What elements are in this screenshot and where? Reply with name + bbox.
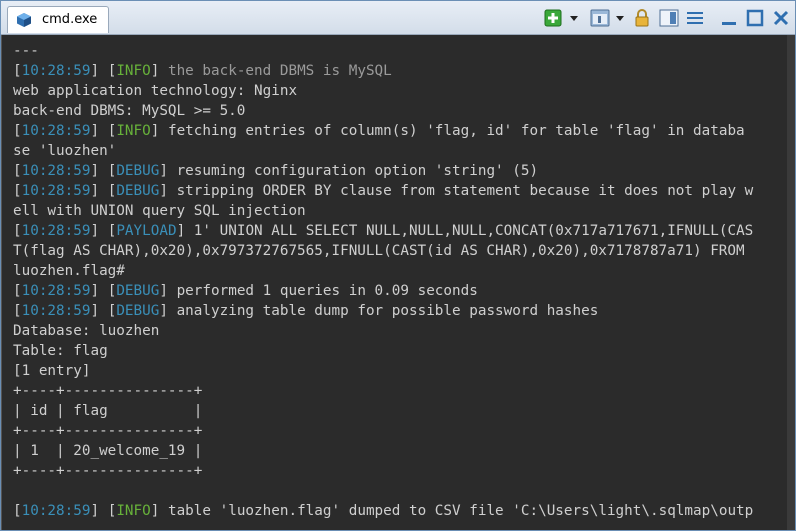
bracket: ]	[159, 283, 168, 299]
log-message: resuming configuration option 'string' (…	[167, 163, 539, 179]
console-line: T(flag AS CHAR),0x20),0x797372767565,IFN…	[13, 243, 745, 259]
bracket: ] [	[90, 183, 117, 199]
log-level: DEBUG	[116, 283, 160, 299]
bracket: ]	[159, 303, 168, 319]
timestamp: 10:28:59	[21, 183, 91, 199]
bracket: [	[13, 183, 22, 199]
log-level: INFO	[116, 123, 151, 139]
log-level: DEBUG	[116, 183, 160, 199]
bracket: ] [	[90, 123, 117, 139]
console-line: [10:28:59] [DEBUG] stripping ORDER BY cl…	[13, 181, 753, 201]
console-window-icon[interactable]	[590, 9, 610, 27]
log-level: INFO	[116, 503, 151, 519]
console-line: web application technology: Nginx	[13, 83, 298, 99]
cube-console-icon	[17, 13, 31, 27]
timestamp: 10:28:59	[21, 303, 91, 319]
bracket: ] [	[90, 503, 117, 519]
bracket: ] [	[90, 63, 117, 79]
log-level: PAYLOAD	[116, 223, 177, 239]
console-line: +----+---------------+	[13, 463, 203, 479]
lock-icon[interactable]	[633, 9, 651, 27]
bracket: [	[13, 283, 22, 299]
console-line: [10:28:59] [DEBUG] resuming configuratio…	[13, 161, 753, 181]
log-level: INFO	[116, 63, 151, 79]
console-text: --- [10:28:59] [INFO] the back-end DBMS i…	[13, 41, 753, 521]
console-line: | id | flag |	[13, 403, 203, 419]
add-tab-icon[interactable]	[544, 9, 562, 27]
console-line: | 1 | 20_welcome_19 |	[13, 443, 203, 459]
log-level: DEBUG	[116, 303, 160, 319]
console-line: back-end DBMS: MySQL >= 5.0	[13, 103, 246, 119]
dropdown-arrow-icon[interactable]	[569, 9, 579, 27]
console-line: [10:28:59] [INFO] the back-end DBMS is M…	[13, 61, 753, 81]
timestamp: 10:28:59	[21, 163, 91, 179]
scrollbar[interactable]	[787, 35, 795, 530]
console-output[interactable]: --- [10:28:59] [INFO] the back-end DBMS i…	[1, 35, 788, 530]
timestamp: 10:28:59	[21, 223, 91, 239]
bracket: ] [	[90, 163, 117, 179]
bracket: ]	[159, 163, 168, 179]
timestamp: 10:28:59	[21, 63, 91, 79]
bracket: ] [	[90, 223, 117, 239]
log-message: analyzing table dump for possible passwo…	[167, 303, 599, 319]
bracket: [	[13, 163, 22, 179]
console-line: Table: flag	[13, 343, 108, 359]
console-line: ell with UNION query SQL injection	[13, 203, 306, 219]
split-view-icon[interactable]	[659, 9, 679, 27]
bracket: [	[13, 63, 22, 79]
log-message: table 'luozhen.flag' dumped to CSV file …	[159, 503, 754, 519]
minimize-icon[interactable]	[720, 9, 738, 27]
console-line: +----+---------------+	[13, 423, 203, 439]
console-line: [1 entry]	[13, 363, 91, 379]
log-message: stripping ORDER BY clause from statement…	[167, 183, 754, 199]
console-line: se 'luozhen'	[13, 143, 117, 159]
timestamp: 10:28:59	[21, 503, 91, 519]
close-icon[interactable]	[772, 9, 790, 27]
bracket: [	[13, 123, 22, 139]
bracket: ] [	[90, 283, 117, 299]
bracket: [	[13, 503, 22, 519]
log-level: DEBUG	[116, 163, 160, 179]
console-line: ---	[13, 43, 39, 59]
terminal-window: cmd.exe --- [10:28:59] [INFO] the back-e…	[0, 0, 796, 531]
log-message: fetching entries of column(s) 'flag, id'…	[159, 123, 745, 139]
console-line: Database: luozhen	[13, 323, 160, 339]
console-line: luozhen.flag#	[13, 263, 125, 279]
log-message: 1' UNION ALL SELECT NULL,NULL,NULL,CONCA…	[185, 223, 754, 239]
bracket: ]	[159, 183, 168, 199]
title-bar: cmd.exe	[1, 1, 795, 35]
bracket: ]	[176, 223, 186, 239]
maximize-icon[interactable]	[746, 9, 764, 27]
console-line: [10:28:59] [INFO] fetching entries of co…	[13, 121, 753, 141]
console-line: [10:28:59] [INFO] table 'luozhen.flag' d…	[13, 501, 753, 521]
console-line: [10:28:59] [PAYLOAD] 1' UNION ALL SELECT…	[13, 221, 753, 241]
tab-label: cmd.exe	[42, 12, 98, 27]
timestamp: 10:28:59	[21, 283, 91, 299]
bracket: [	[13, 303, 22, 319]
bracket: ] [	[90, 303, 117, 319]
tab-cmd[interactable]: cmd.exe	[7, 6, 109, 33]
menu-lines-icon[interactable]	[686, 9, 704, 27]
log-message: performed 1 queries in 0.09 seconds	[167, 283, 478, 299]
bracket: [	[13, 223, 22, 239]
dropdown-arrow-icon[interactable]	[615, 9, 625, 27]
console-line: [10:28:59] [DEBUG] performed 1 queries i…	[13, 281, 753, 301]
timestamp: 10:28:59	[21, 123, 91, 139]
log-message: the back-end DBMS is MySQL	[159, 63, 392, 79]
console-line: [10:28:59] [DEBUG] analyzing table dump …	[13, 301, 753, 321]
console-line: +----+---------------+	[13, 383, 203, 399]
